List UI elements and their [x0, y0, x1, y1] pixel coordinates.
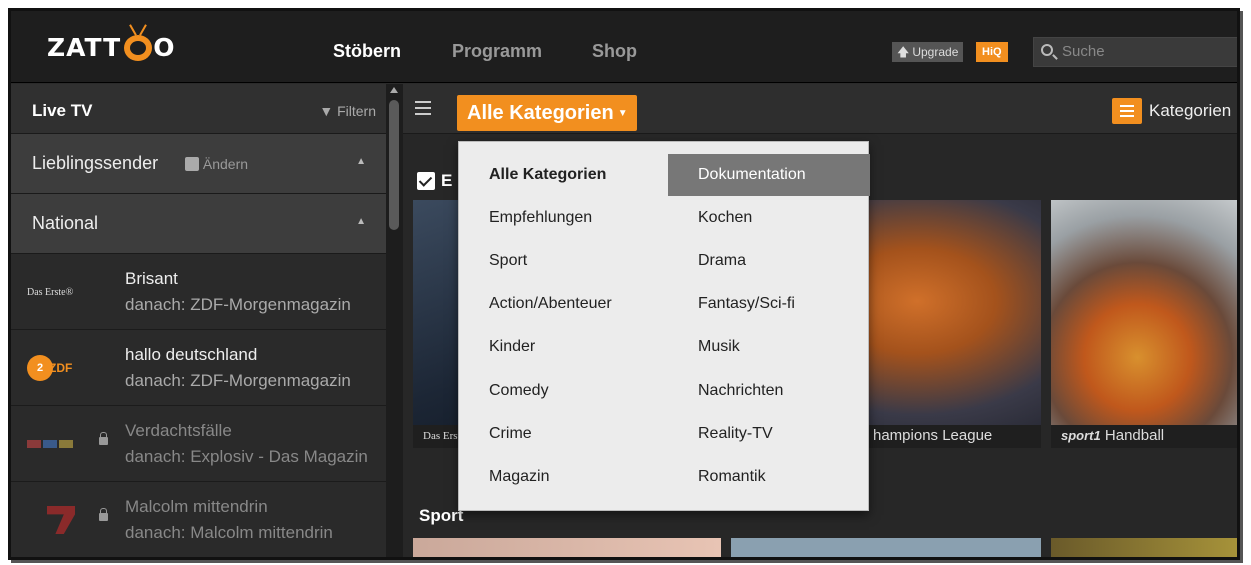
channel-next: danach: Malcolm mittendrin	[125, 523, 333, 542]
channel-next: danach: ZDF-Morgenmagazin	[125, 295, 351, 314]
section-national-label: National	[32, 213, 99, 233]
search-input[interactable]: Suche	[1033, 37, 1237, 67]
upgrade-button[interactable]: 🡅 Upgrade	[892, 42, 964, 62]
kategorien-label: Kategorien	[1149, 101, 1232, 120]
category-empfehlungen[interactable]: Empfehlungen	[489, 197, 592, 239]
category-action-abenteuer[interactable]: Action/Abenteuer	[489, 283, 612, 325]
row-heading[interactable]: E	[417, 171, 452, 191]
hamburger-menu-icon[interactable]	[415, 101, 431, 115]
category-magazin[interactable]: Magazin	[489, 456, 549, 498]
lock-icon	[99, 508, 108, 521]
rtl-logo-blocks	[27, 440, 73, 448]
tile-caption: sport1 Handball	[1051, 425, 1237, 448]
scroll-up-icon[interactable]	[390, 87, 398, 93]
sport1-logo: sport1	[1061, 428, 1101, 443]
list-icon	[1112, 98, 1142, 124]
channel-now: Brisant	[125, 269, 178, 288]
sidebar-scrollbar[interactable]	[386, 84, 403, 557]
zdf-logo: 2 ZDF	[27, 351, 101, 385]
sidebar-title: Live TV	[32, 101, 93, 120]
tile-image	[1051, 200, 1237, 425]
filter-label: Filtern	[337, 103, 376, 119]
row-heading-label: E	[441, 171, 453, 190]
logo-o-icon	[122, 24, 153, 62]
zattoo-logo[interactable]: ZATT O	[47, 24, 175, 65]
sport-row-heading[interactable]: Sport	[419, 506, 463, 526]
das-erste-logo-text: Das Erste®	[27, 286, 74, 298]
category-dropdown-menu: Alle Kategorien Empfehlungen Sport Actio…	[458, 141, 870, 511]
filter-button[interactable]: ▼ Filtern	[319, 103, 376, 119]
category-bar: Alle Kategorien ▼ Kategorien	[403, 84, 1237, 134]
edit-icon	[185, 157, 199, 171]
channel-now: Verdachtsfälle	[125, 421, 232, 440]
program-tile[interactable]	[1051, 538, 1237, 557]
dropdown-caret-icon: ▼	[617, 108, 628, 119]
checkbox-icon[interactable]	[417, 172, 435, 190]
tile-caption-text: Handball	[1104, 427, 1165, 444]
category-comedy[interactable]: Comedy	[489, 370, 549, 412]
channel-row[interactable]: Malcolm mittendrin danach: Malcolm mitte…	[11, 483, 386, 557]
program-tile[interactable]	[731, 538, 1041, 557]
funnel-icon: ▼	[319, 103, 334, 119]
hiq-badge[interactable]: HiQ	[976, 42, 1008, 62]
channel-now: hallo deutschland	[125, 345, 258, 364]
channel-next: danach: Explosiv - Das Magazin	[125, 447, 368, 466]
live-tv-sidebar: Live TV ▼ Filtern Lieblingssender Ändern…	[11, 84, 386, 557]
nav-programm[interactable]: Programm	[452, 41, 542, 62]
channel-row[interactable]: Verdachtsfälle danach: Explosiv - Das Ma…	[11, 407, 386, 482]
program-tile[interactable]	[413, 538, 721, 557]
das-erste-logo: Das Erste®	[27, 275, 101, 309]
search-icon	[1041, 44, 1053, 56]
app-window: ZATT O Stöbern Programm Shop 🡅 Upgrade H…	[8, 8, 1240, 560]
category-dropdown-button[interactable]: Alle Kategorien ▼	[457, 95, 637, 131]
sidebar-header: Live TV ▼ Filtern	[11, 84, 386, 134]
collapse-caret-icon[interactable]: ▲	[356, 216, 366, 227]
collapse-caret-icon[interactable]: ▲	[356, 156, 366, 167]
category-alle-kategorien[interactable]: Alle Kategorien	[489, 154, 606, 196]
section-favorites-label: Lieblingssender	[32, 153, 159, 173]
category-dokumentation[interactable]: Dokumentation	[668, 154, 870, 196]
top-bar: ZATT O Stöbern Programm Shop 🡅 Upgrade H…	[11, 11, 1237, 83]
program-tile[interactable]: sport1 Handball	[1051, 200, 1237, 448]
section-favorites[interactable]: Lieblingssender Ändern ▲	[11, 134, 386, 194]
category-kinder[interactable]: Kinder	[489, 326, 535, 368]
prosieben-logo	[27, 503, 101, 537]
nav-stoebern[interactable]: Stöbern	[333, 41, 401, 62]
category-nachrichten[interactable]: Nachrichten	[698, 370, 783, 412]
edit-label: Ändern	[202, 156, 249, 172]
search-placeholder: Suche	[1062, 43, 1105, 60]
category-reality-tv[interactable]: Reality-TV	[698, 413, 773, 455]
edit-favorites-button[interactable]: Ändern	[185, 156, 248, 172]
rtl-logo	[27, 427, 101, 461]
category-romantik[interactable]: Romantik	[698, 456, 766, 498]
section-national[interactable]: National ▲	[11, 194, 386, 254]
category-button-label: Alle Kategorien	[467, 102, 614, 124]
kategorien-button[interactable]: Kategorien	[1112, 98, 1231, 124]
scroll-thumb[interactable]	[389, 100, 399, 230]
category-drama[interactable]: Drama	[698, 240, 746, 282]
channel-row[interactable]: Das Erste® Brisant danach: ZDF-Morgenmag…	[11, 255, 386, 330]
category-kochen[interactable]: Kochen	[698, 197, 752, 239]
category-fantasy-scifi[interactable]: Fantasy/Sci-fi	[698, 283, 795, 325]
category-sport[interactable]: Sport	[489, 240, 527, 282]
category-musik[interactable]: Musik	[698, 326, 740, 368]
zdf-logo-text: ZDF	[49, 361, 73, 375]
category-crime[interactable]: Crime	[489, 413, 532, 455]
channel-row[interactable]: 2 ZDF hallo deutschland danach: ZDF-Morg…	[11, 331, 386, 406]
lock-icon	[99, 432, 108, 445]
arrow-up-icon: 🡅	[897, 45, 910, 59]
channel-next: danach: ZDF-Morgenmagazin	[125, 371, 351, 390]
nav-shop[interactable]: Shop	[592, 41, 637, 62]
channel-now: Malcolm mittendrin	[125, 497, 268, 516]
prosieben-logo-shape	[47, 506, 75, 534]
upgrade-label: Upgrade	[912, 45, 959, 59]
